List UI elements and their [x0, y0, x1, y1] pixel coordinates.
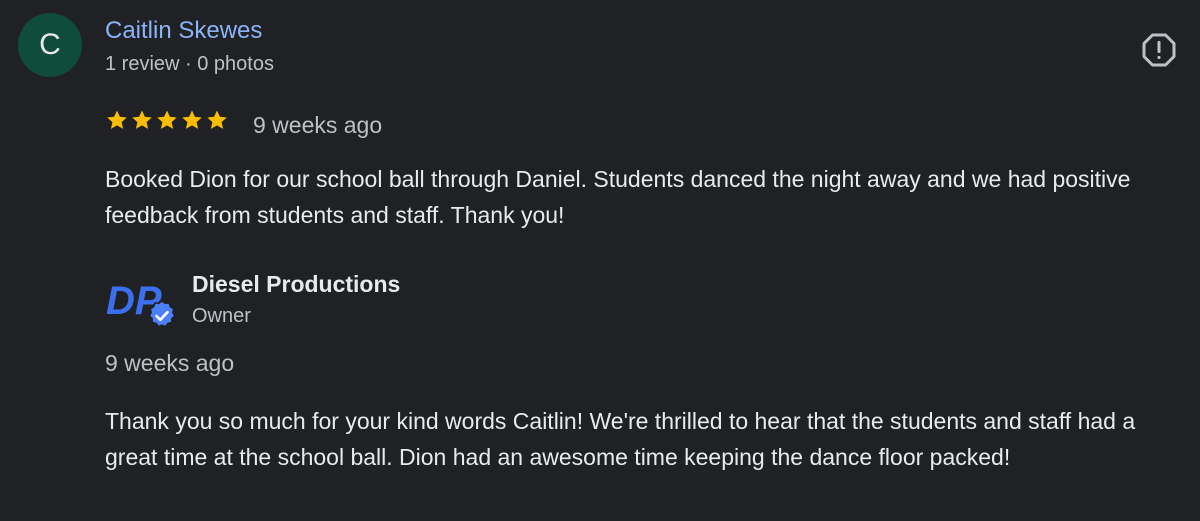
review-time: 9 weeks ago — [253, 112, 383, 138]
review-text: Booked Dion for our school ball through … — [105, 166, 1131, 228]
star-icon — [182, 110, 202, 129]
reviewer-meta: 1 review · 0 photos — [105, 53, 274, 75]
star-icon — [157, 110, 177, 129]
reviewer-name-link[interactable]: Caitlin Skewes — [105, 16, 262, 46]
owner-role: Owner — [192, 305, 251, 327]
owner-logo[interactable]: DP — [106, 276, 178, 330]
reply-time: 9 weeks ago — [105, 350, 235, 376]
report-icon[interactable] — [1141, 32, 1177, 68]
star-rating — [105, 108, 229, 132]
avatar-letter: C — [39, 28, 61, 61]
star-icon — [207, 110, 227, 129]
reply-text: Thank you so much for your kind words Ca… — [105, 408, 1136, 470]
star-icon — [132, 110, 152, 129]
owner-name: Diesel Productions — [192, 271, 401, 297]
star-icon — [107, 110, 127, 129]
reviewer-avatar[interactable]: C — [18, 13, 82, 77]
